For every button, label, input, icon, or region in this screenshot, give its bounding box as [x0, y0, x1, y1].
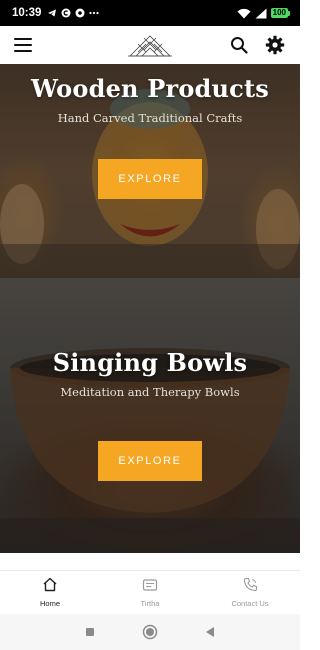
gear-icon[interactable] [264, 34, 286, 56]
card-icon [142, 577, 158, 596]
banner-wooden-products: Wooden Products Hand Carved Traditional … [0, 64, 300, 278]
recents-icon[interactable] [80, 622, 100, 642]
telegram-icon [47, 8, 57, 18]
banner-subtitle: Meditation and Therapy Bowls [60, 385, 240, 399]
battery-level: 100 [270, 8, 288, 18]
nav-item-tirtha[interactable]: Tirtha [100, 571, 200, 614]
bottom-nav: Home Tirtha Contact Us [0, 570, 300, 614]
wifi-icon [237, 8, 251, 19]
status-bar: 10:39 100 [0, 0, 300, 26]
banner-title: Wooden Products [30, 74, 269, 103]
status-left: 10:39 [12, 7, 100, 19]
explore-button[interactable]: EXPLORE [98, 441, 202, 481]
circle-c-icon [61, 8, 71, 18]
explore-button[interactable]: EXPLORE [98, 159, 202, 199]
signal-icon [255, 8, 267, 19]
status-time: 10:39 [12, 7, 42, 19]
app-actions [228, 34, 286, 56]
banner-subtitle: Hand Carved Traditional Crafts [57, 111, 243, 125]
banner-content: Singing Bowls Meditation and Therapy Bow… [0, 348, 300, 481]
shield-icon [75, 8, 85, 18]
nav-label: Home [39, 599, 60, 608]
search-icon[interactable] [228, 34, 250, 56]
banner-content: Wooden Products Hand Carved Traditional … [0, 74, 300, 199]
back-icon[interactable] [200, 622, 220, 642]
battery-icon: 100 [270, 8, 290, 18]
nav-item-contact-us[interactable]: Contact Us [200, 571, 300, 614]
banner-singing-bowls: Singing Bowls Meditation and Therapy Bow… [0, 278, 300, 553]
system-nav [0, 614, 300, 650]
home-circle-icon[interactable] [140, 622, 160, 642]
more-dots-icon [89, 11, 100, 15]
status-right: 100 [237, 8, 290, 19]
phone-icon [243, 577, 258, 596]
app-bar [0, 26, 300, 64]
nav-label: Contact Us [231, 599, 269, 608]
logo[interactable] [126, 30, 174, 58]
banner-title: Singing Bowls [52, 348, 248, 377]
nav-item-home[interactable]: Home [0, 571, 100, 614]
battery-tip [288, 10, 290, 16]
nav-label: Tirtha [140, 599, 160, 608]
home-icon [42, 577, 58, 596]
menu-icon[interactable] [14, 38, 32, 52]
